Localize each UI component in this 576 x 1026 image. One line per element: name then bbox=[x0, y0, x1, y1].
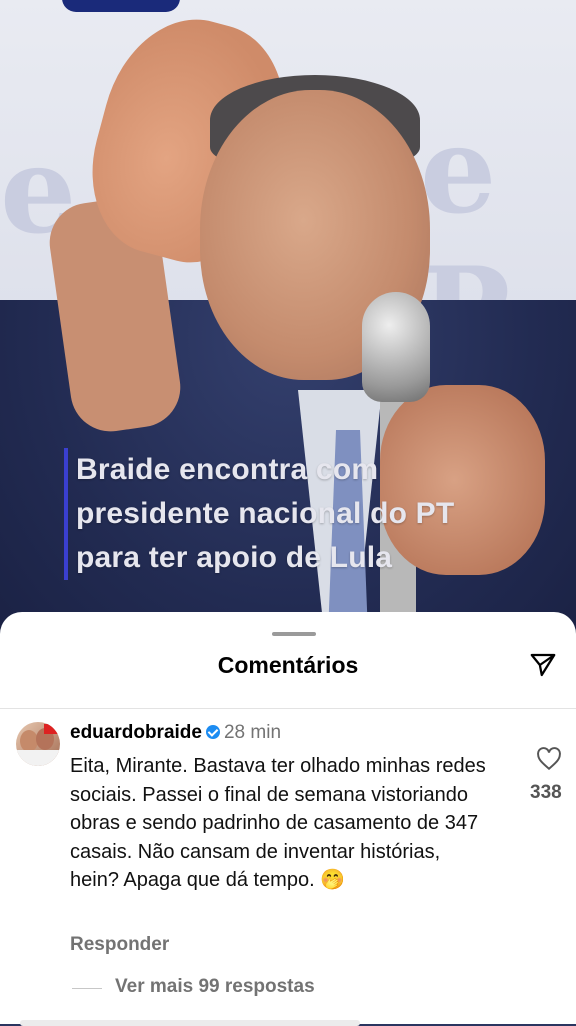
comment-time: 28 min bbox=[223, 722, 282, 743]
reply-button[interactable]: Responder bbox=[70, 934, 169, 956]
headline-line: para ter apoio de Lula bbox=[76, 541, 393, 574]
post-headline: Braide encontra com presidente nacional … bbox=[64, 448, 454, 580]
profile-pill[interactable] bbox=[62, 0, 180, 12]
drag-handle[interactable] bbox=[272, 632, 316, 636]
comment-text: Eita, Mirante. Bastava ter olhado minhas… bbox=[70, 755, 486, 891]
next-comment-partial bbox=[20, 1020, 360, 1026]
heart-icon[interactable] bbox=[536, 746, 562, 772]
replies-line bbox=[72, 988, 102, 989]
sheet-title: Comentários bbox=[217, 652, 359, 678]
divider bbox=[0, 708, 576, 709]
post-image[interactable]: e e P 2 20 Braide encontra com president… bbox=[0, 0, 576, 660]
comments-sheet: Comentários eduardobraide 28 min Eita, Mi… bbox=[0, 612, 576, 1026]
headline-line: Braide encontra com bbox=[76, 453, 379, 486]
comment-username[interactable]: eduardobraide bbox=[70, 722, 202, 743]
avatar[interactable] bbox=[16, 722, 60, 766]
send-icon[interactable] bbox=[528, 650, 558, 680]
microphone-icon bbox=[362, 292, 430, 402]
comment-header: eduardobraide 28 min bbox=[70, 722, 281, 744]
headline-line: presidente nacional do PT bbox=[76, 497, 455, 530]
like-count: 338 bbox=[530, 782, 562, 803]
verified-badge-icon bbox=[205, 725, 220, 739]
view-more-replies-button[interactable]: Ver mais 99 respostas bbox=[115, 976, 315, 998]
